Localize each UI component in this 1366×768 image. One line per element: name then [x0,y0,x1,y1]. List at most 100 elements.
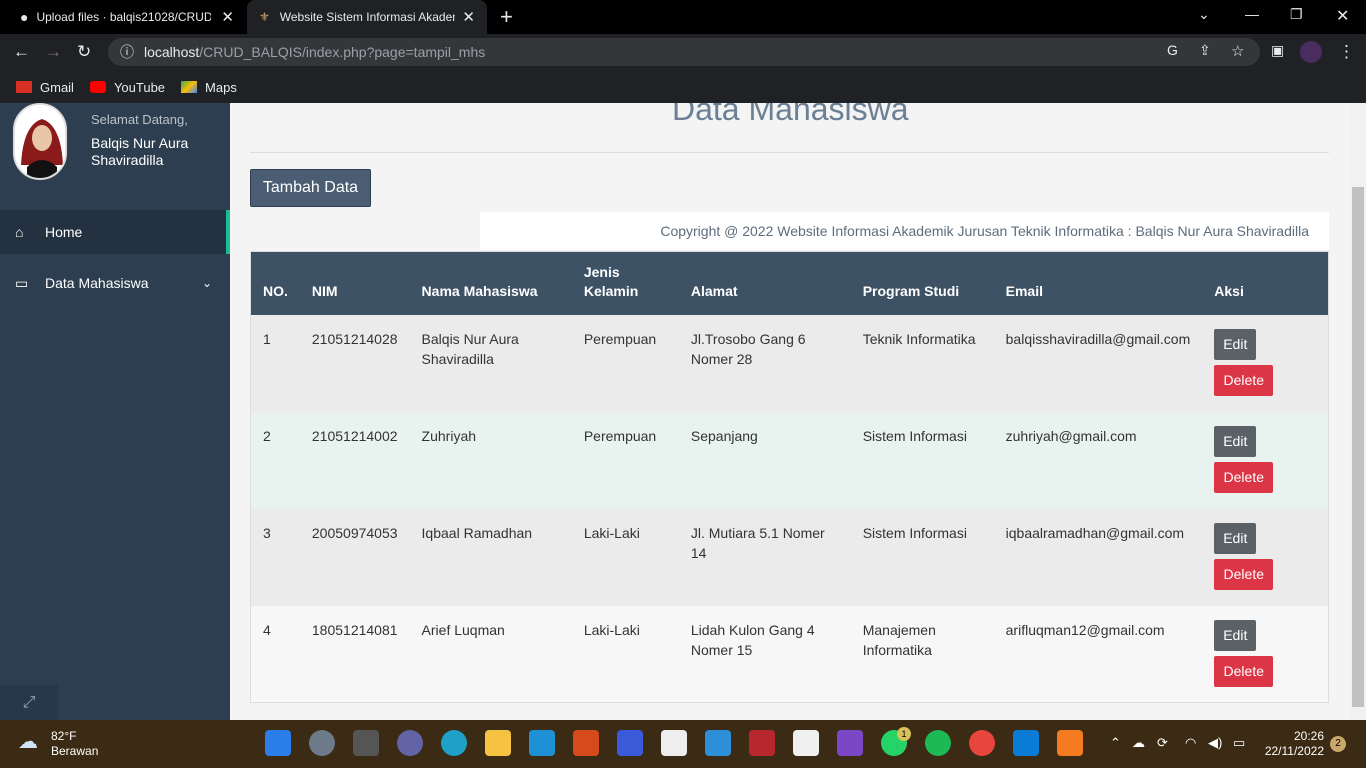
sidebar-item-data-mahasiswa[interactable]: ▭ Data Mahasiswa ⌄ [0,261,230,305]
mathtype-icon[interactable] [617,730,643,756]
wifi-icon[interactable]: ◠ [1185,735,1196,751]
cell-alamat: Jl. Mutiara 5.1 Nomer 14 [678,508,851,606]
snipping-tool-icon[interactable] [793,730,819,756]
delete-button[interactable]: Delete [1214,364,1274,396]
more-menu-icon[interactable]: ⋮ [1338,42,1355,62]
tab-github[interactable]: ● Upload files · balqis21028/CRUD ✕ [8,0,246,34]
delete-button[interactable]: Delete [1214,655,1274,687]
site-favicon-icon: ⚜ [259,10,270,24]
battery-icon[interactable]: ▭ [1233,735,1245,751]
url-host: localhost [144,44,200,60]
volume-icon[interactable]: ◀) [1208,735,1222,751]
address-bar[interactable]: ⓘ localhost/CRUD_BALQIS/index.php?page=t… [108,38,1260,66]
cell-nama: Arief Luqman [409,605,572,703]
edit-button[interactable]: Edit [1214,328,1257,360]
visual-studio-icon[interactable] [837,730,863,756]
reload-icon[interactable]: ↻ [77,42,91,62]
table-header: NO. NIM Nama Mahasiswa Jenis Kelamin Ala… [250,251,1329,315]
sidebar: Selamat Datang, Balqis Nur Aura Shavirad… [0,103,230,720]
taskbar: ☁ 82°F Berawan 1 ⌃ ☁ ⟳ ◠ ◀) ▭ 20:26 22/11… [0,720,1366,768]
edit-button[interactable]: Edit [1214,619,1257,651]
tab-title: Upload files · balqis21028/CRUD [36,10,212,24]
cell-nim: 18051214081 [299,605,410,703]
minimize-icon[interactable]: — [1245,6,1259,22]
back-icon[interactable]: ← [13,42,30,62]
delete-button[interactable]: Delete [1214,558,1274,590]
add-data-button[interactable]: Tambah Data [250,169,371,207]
monitor-icon: ▭ [15,274,29,291]
xampp-icon[interactable] [1057,730,1083,756]
close-icon[interactable]: ✕ [462,8,475,26]
sync-icon[interactable]: ⟳ [1157,735,1168,751]
divider [250,152,1329,153]
profile-avatar[interactable] [1300,41,1322,63]
scrollbar-thumb[interactable] [1352,187,1364,707]
cell-email: arifluqman12@gmail.com [993,605,1203,703]
star-icon[interactable]: ☆ [1231,42,1244,60]
task-view-icon[interactable] [353,730,379,756]
onedrive-icon[interactable]: ☁ [1132,735,1145,751]
bookmark-youtube[interactable]: YouTube [89,80,165,95]
cell-email: zuhriyah@gmail.com [993,411,1203,509]
scrollbar[interactable] [1350,103,1366,720]
cell-aksi: Edit Delete [1202,314,1329,412]
column-header: Email [993,251,1203,315]
column-header: NIM [299,251,410,315]
avatar-photo [15,105,65,178]
chrome-icon[interactable] [969,730,995,756]
notification-badge[interactable]: 2 [1330,736,1346,752]
restore-icon[interactable]: ❐ [1290,6,1303,23]
bookmarks-bar: Gmail YouTube Maps [0,71,1366,103]
time: 20:26 [1293,729,1324,743]
mail-icon[interactable] [529,730,555,756]
user-name: Balqis Nur Aura Shaviradilla [91,135,189,168]
sidebar-item-home[interactable]: ⌂ Home [0,210,230,254]
cell-program-studi: Sistem Informasi [850,508,994,606]
edit-button[interactable]: Edit [1214,522,1257,554]
notepad-icon[interactable] [661,730,687,756]
bookmark-maps[interactable]: Maps [181,80,237,95]
column-header: Program Studi [850,251,994,315]
cell-aksi: Edit Delete [1202,605,1329,703]
vscode-icon[interactable] [1013,730,1039,756]
close-icon[interactable]: ✕ [221,8,234,26]
profile-panel: Selamat Datang, Balqis Nur Aura Shavirad… [0,103,230,210]
start-icon[interactable] [265,730,291,756]
cell-no: 4 [250,605,300,703]
forward-icon[interactable]: → [45,42,62,62]
cell-jenis-kelamin: Laki-Laki [571,508,679,606]
cell-jenis-kelamin: Perempuan [571,411,679,509]
column-header: NO. [250,251,300,315]
google-translate-icon[interactable]: G [1167,42,1178,58]
access-icon[interactable] [749,730,775,756]
tab-search-icon[interactable]: ⌄ [1198,6,1210,23]
bookmark-gmail[interactable]: Gmail [16,80,74,95]
office-icon[interactable] [573,730,599,756]
web-page: Selamat Datang, Balqis Nur Aura Shavirad… [0,103,1366,720]
welcome-text: Selamat Datang, [91,112,188,127]
side-panel-icon[interactable]: ▣ [1271,42,1284,59]
url-path: /CRUD_BALQIS/index.php?page=tampil_mhs [199,44,486,60]
chevron-down-icon: ⌄ [201,276,212,290]
file-explorer-icon[interactable] [485,730,511,756]
edge-icon[interactable] [441,730,467,756]
gmail-icon [16,81,32,93]
column-header: Alamat [678,251,851,315]
spotify-icon[interactable] [925,730,951,756]
share-icon[interactable]: ⇪ [1199,42,1211,59]
cell-alamat: Sepanjang [678,411,851,509]
expand-icon[interactable]: ⤢ [0,685,58,720]
edit-button[interactable]: Edit [1214,425,1257,457]
chat-icon[interactable] [397,730,423,756]
cell-nama: Zuhriyah [409,411,572,509]
search-icon[interactable] [309,730,335,756]
chevron-up-icon[interactable]: ⌃ [1110,735,1121,751]
tab-active[interactable]: ⚜ Website Sistem Informasi Akadem ✕ [247,0,487,34]
cell-program-studi: Sistem Informasi [850,411,994,509]
new-tab-icon[interactable]: + [500,4,513,30]
cell-no: 3 [250,508,300,606]
notes-icon[interactable] [705,730,731,756]
delete-button[interactable]: Delete [1214,461,1274,493]
close-window-icon[interactable]: ✕ [1336,6,1349,26]
clock[interactable]: 20:26 22/11/2022 [1262,729,1324,759]
